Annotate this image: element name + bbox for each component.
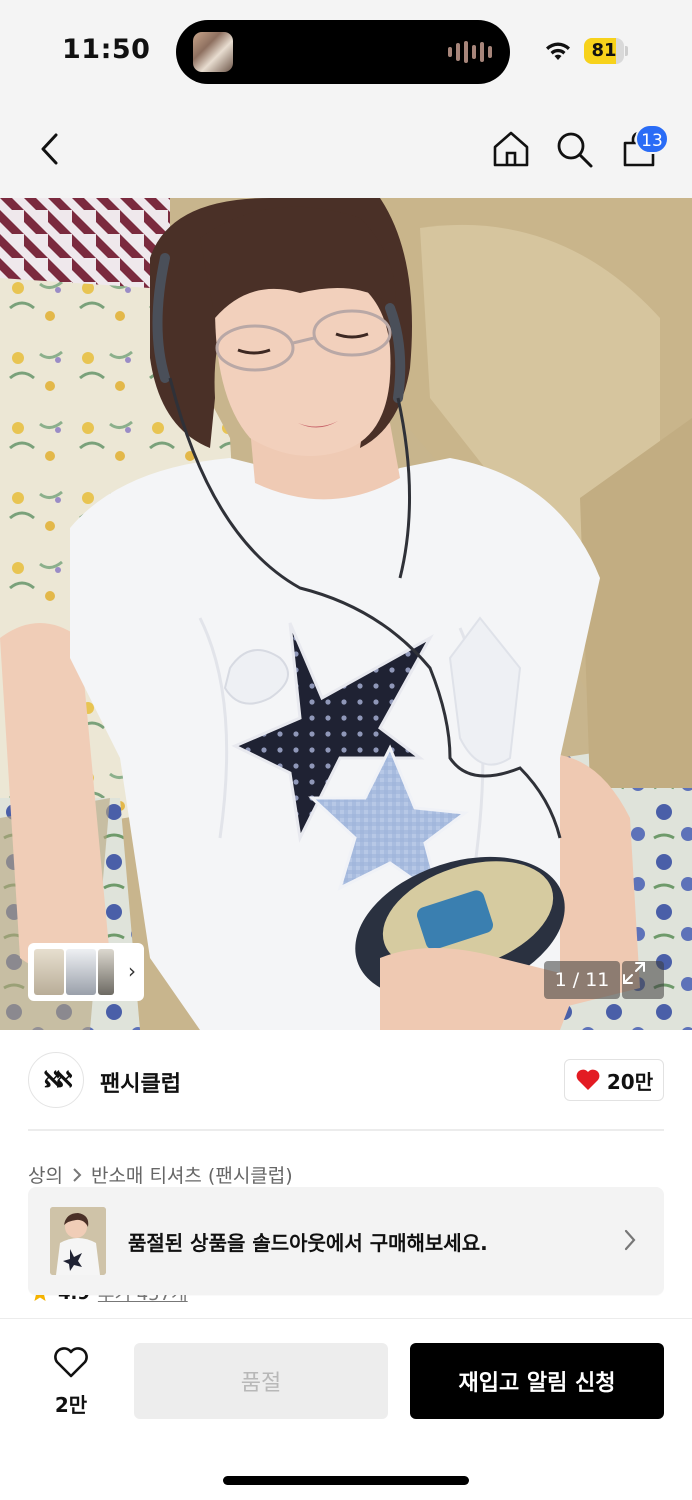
- audio-waveform-icon: [448, 41, 492, 63]
- top-nav-bar: [0, 100, 692, 198]
- search-button[interactable]: [553, 128, 595, 170]
- banner-product-thumbnail: [50, 1207, 106, 1275]
- brand-name[interactable]: 팬시클럽: [100, 1066, 181, 1098]
- chevron-right-icon: ›: [128, 959, 136, 983]
- heart-filled-icon: [576, 1069, 600, 1090]
- chevron-right-icon: [624, 1229, 636, 1251]
- product-photo: [0, 198, 692, 1030]
- soldout-button: 품절: [134, 1343, 388, 1419]
- breadcrumb-item[interactable]: 반소매 티셔츠 (팬시클럽): [91, 1161, 293, 1188]
- battery-indicator: 81: [584, 38, 628, 64]
- cart-count-badge: 13: [635, 124, 669, 154]
- status-bar: 11:50 81: [0, 0, 692, 100]
- now-playing-artwork: [193, 32, 233, 72]
- expand-icon: [623, 962, 645, 984]
- breadcrumb-item[interactable]: 상의: [28, 1161, 63, 1188]
- thumbnail-image: [34, 949, 64, 995]
- brand-row[interactable]: ℵℵ 팬시클럽 20만: [28, 1052, 664, 1110]
- expand-image-button[interactable]: [622, 961, 664, 999]
- bottom-action-bar: 2만 품절 재입고 알림 신청: [0, 1318, 692, 1500]
- home-indicator[interactable]: [223, 1476, 469, 1485]
- breadcrumb: 상의 반소매 티셔츠 (팬시클럽): [28, 1161, 293, 1188]
- back-button[interactable]: [28, 128, 70, 170]
- home-button[interactable]: [490, 128, 532, 170]
- thumbnail-image: [66, 949, 96, 995]
- wifi-icon: [546, 42, 570, 60]
- divider: [28, 1129, 664, 1131]
- home-icon: [493, 131, 529, 167]
- chevron-right-icon: [73, 1167, 82, 1182]
- thumbnail-strip[interactable]: ›: [28, 943, 144, 1001]
- product-image-gallery[interactable]: › 1 / 11: [0, 198, 692, 1030]
- wishlist-button[interactable]: 2만: [36, 1347, 106, 1417]
- dynamic-island[interactable]: [176, 20, 510, 84]
- restock-alert-button[interactable]: 재입고 알림 신청: [410, 1343, 664, 1419]
- brand-like-button[interactable]: 20만: [564, 1059, 664, 1101]
- banner-text: 품절된 상품을 솔드아웃에서 구매해보세요.: [128, 1231, 488, 1255]
- brand-like-count: 20만: [606, 1069, 654, 1094]
- thumbnail-image: [98, 949, 114, 995]
- heart-outline-icon: [54, 1347, 88, 1378]
- chevron-left-icon: [41, 133, 58, 165]
- battery-level: 81: [591, 40, 617, 61]
- soldout-banner[interactable]: 품절된 상품을 솔드아웃에서 구매해보세요.: [28, 1187, 664, 1295]
- status-time: 11:50: [62, 34, 151, 65]
- search-icon: [557, 132, 593, 168]
- brand-logo[interactable]: ℵℵ: [28, 1052, 84, 1108]
- wishlist-count: 2만: [54, 1393, 88, 1417]
- image-page-indicator: 1 / 11: [544, 961, 620, 999]
